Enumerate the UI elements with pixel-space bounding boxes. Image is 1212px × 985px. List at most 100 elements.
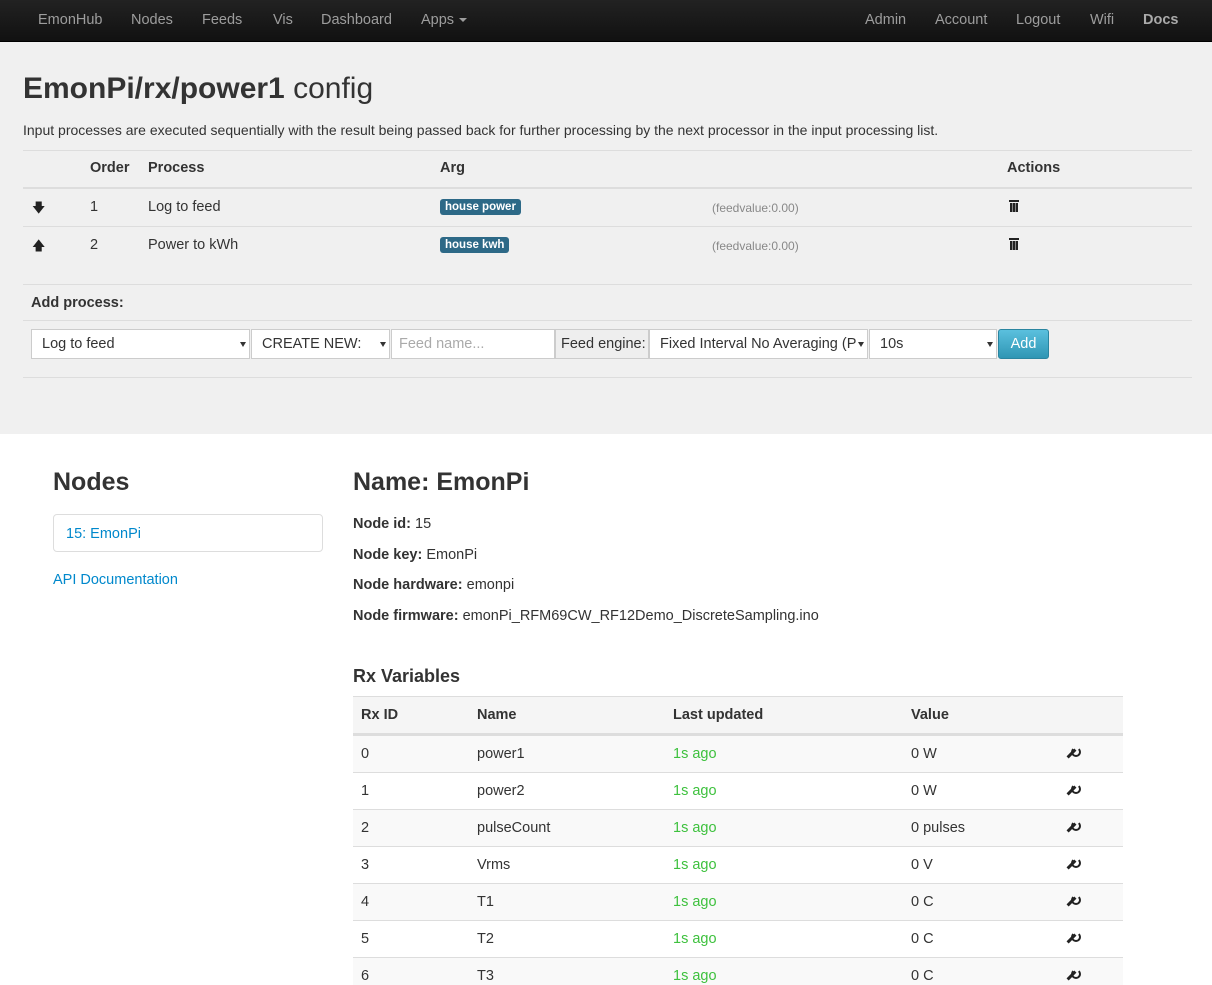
- api-documentation-link[interactable]: API Documentation: [53, 572, 178, 588]
- divider: [23, 377, 1192, 378]
- wrench-icon[interactable]: [1065, 747, 1081, 759]
- rx-variables-heading: Rx Variables: [353, 666, 461, 686]
- rx-id: 3: [361, 857, 370, 873]
- rx-id: 1: [361, 783, 370, 799]
- rx-name: T3: [477, 968, 494, 984]
- field-value: emonPi_RFM69CW_RF12Demo_DiscreteSampling…: [462, 608, 819, 624]
- process-select[interactable]: Log to feed: [31, 329, 250, 359]
- rx-value: 0 pulses: [911, 820, 966, 836]
- header-order: Order: [90, 160, 130, 176]
- rx-name: Vrms: [477, 857, 511, 873]
- rx-value: 0 C: [911, 968, 934, 984]
- interval-select-value: 10s: [880, 336, 904, 352]
- divider: [23, 320, 1192, 321]
- col-rx-id: Rx ID: [361, 707, 399, 723]
- feed-engine-select[interactable]: Fixed Interval No Averaging (P: [649, 329, 868, 359]
- nav-nodes[interactable]: Nodes: [131, 12, 173, 28]
- feed-engine-label: Feed engine:: [555, 329, 649, 359]
- rx-name: T1: [477, 894, 494, 910]
- dropdown-arrow-icon: [987, 342, 993, 347]
- nav-logout[interactable]: Logout: [1016, 12, 1060, 28]
- wrench-icon[interactable]: [1065, 895, 1081, 907]
- node-hardware-field: Node hardware: emonpi: [353, 577, 514, 593]
- rx-id: 0: [361, 746, 370, 762]
- field-value: 15: [415, 516, 432, 532]
- table-row: 0 power1 1s ago 0 W: [353, 735, 1123, 772]
- trash-icon[interactable]: [1009, 237, 1019, 250]
- wrench-icon[interactable]: [1065, 784, 1081, 796]
- wrench-icon[interactable]: [1065, 858, 1081, 870]
- table-row: 6 T3 1s ago 0 C: [353, 957, 1123, 985]
- header-process: Process: [148, 160, 205, 176]
- process-select-value: Log to feed: [42, 336, 115, 352]
- process-order: 1: [90, 199, 99, 215]
- dropdown-arrow-icon: [380, 342, 386, 347]
- arrow-up-icon[interactable]: 🡅: [32, 237, 45, 259]
- rx-last-updated: 1s ago: [673, 783, 717, 799]
- create-new-select-value: CREATE NEW:: [262, 336, 362, 352]
- rx-value: 0 W: [911, 783, 937, 799]
- nav-dashboard[interactable]: Dashboard: [321, 12, 392, 28]
- nav-account[interactable]: Account: [935, 12, 987, 28]
- field-label: Node hardware:: [353, 577, 463, 593]
- table-row: 4 T1 1s ago 0 C: [353, 883, 1123, 920]
- field-label: Node id:: [353, 516, 411, 532]
- feed-engine-select-value: Fixed Interval No Averaging (P: [660, 336, 857, 352]
- rx-id: 6: [361, 968, 370, 984]
- add-process-button[interactable]: Add: [998, 329, 1049, 359]
- table-row: 2 pulseCount 1s ago 0 pulses: [353, 809, 1123, 846]
- divider: [23, 150, 1192, 151]
- divider: [23, 226, 1192, 227]
- field-value: emonpi: [466, 577, 515, 593]
- rx-value: 0 C: [911, 894, 934, 910]
- col-value: Value: [911, 707, 949, 723]
- divider: [23, 187, 1192, 189]
- process-arg-badge[interactable]: house power: [440, 199, 521, 215]
- nav-admin[interactable]: Admin: [865, 12, 906, 28]
- nav-feeds[interactable]: Feeds: [202, 12, 242, 28]
- rx-last-updated: 1s ago: [673, 894, 717, 910]
- nav-apps[interactable]: Apps: [421, 12, 468, 28]
- node-list-item[interactable]: 15: EmonPi: [53, 514, 323, 552]
- feed-name-input[interactable]: Feed name...: [391, 329, 555, 359]
- node-link[interactable]: 15: EmonPi: [66, 526, 141, 542]
- node-firmware-field: Node firmware: emonPi_RFM69CW_RF12Demo_D…: [353, 608, 819, 624]
- divider: [23, 284, 1192, 285]
- field-label: Node key:: [353, 547, 423, 563]
- field-value: EmonPi: [426, 547, 478, 563]
- table-row: 1 power2 1s ago 0 W: [353, 772, 1123, 809]
- nav-vis[interactable]: Vis: [273, 12, 293, 28]
- rx-id: 2: [361, 820, 370, 836]
- col-last-updated: Last updated: [673, 707, 764, 723]
- process-name: Log to feed: [148, 199, 221, 215]
- process-feedvalue: (feedvalue:0.00): [712, 201, 799, 215]
- rx-id: 4: [361, 894, 370, 910]
- col-name: Name: [477, 707, 517, 723]
- wrench-icon[interactable]: [1065, 932, 1081, 944]
- rx-last-updated: 1s ago: [673, 746, 717, 762]
- trash-icon[interactable]: [1009, 199, 1019, 212]
- create-new-select[interactable]: CREATE NEW:: [251, 329, 390, 359]
- wrench-icon[interactable]: [1065, 821, 1081, 833]
- nav-emonhub[interactable]: EmonHub: [38, 12, 102, 28]
- rx-value: 0 C: [911, 931, 934, 947]
- rx-last-updated: 1s ago: [673, 857, 717, 873]
- arrow-down-icon[interactable]: 🡇: [32, 199, 45, 221]
- process-arg-badge[interactable]: house kwh: [440, 237, 510, 253]
- nav-docs[interactable]: Docs: [1143, 12, 1178, 28]
- caret-down-icon: [459, 18, 468, 23]
- nav-apps-label: Apps: [421, 12, 455, 28]
- rx-id: 5: [361, 931, 370, 947]
- nav-wifi[interactable]: Wifi: [1090, 12, 1114, 28]
- table-row: 3 Vrms 1s ago 0 V: [353, 846, 1123, 883]
- header-arg: Arg: [440, 160, 465, 176]
- interval-select[interactable]: 10s: [869, 329, 997, 359]
- add-process-label: Add process:: [31, 295, 124, 311]
- rx-last-updated: 1s ago: [673, 931, 717, 947]
- process-name: Power to kWh: [148, 237, 239, 253]
- node-key-field: Node key: EmonPi: [353, 547, 477, 563]
- wrench-icon[interactable]: [1065, 969, 1081, 981]
- process-config-panel: EmonPi/rx/power1 config Input processes …: [0, 42, 1212, 434]
- process-feedvalue: (feedvalue:0.00): [712, 239, 799, 253]
- rx-last-updated: 1s ago: [673, 968, 717, 984]
